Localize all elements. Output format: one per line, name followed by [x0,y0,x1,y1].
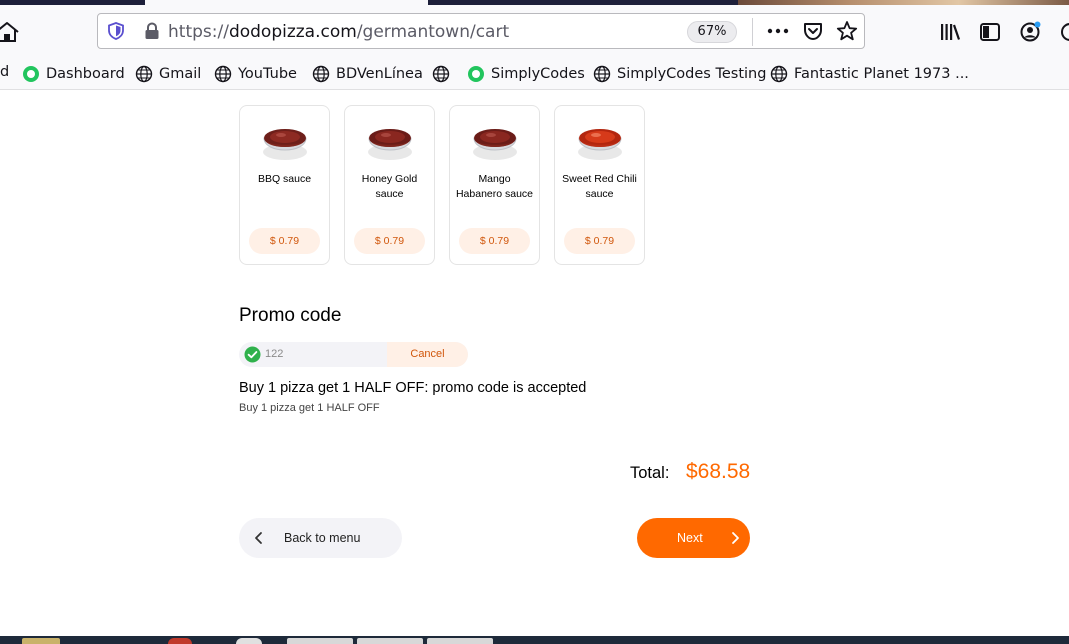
taskbar-item[interactable] [168,638,192,644]
globe-icon [312,65,330,83]
bookmark-gmail[interactable]: Gmail [135,64,201,84]
bookmark-unnamed[interactable] [432,64,456,84]
sweet-red-chili-sauce-bowl-image [578,129,622,160]
extension-icon[interactable] [1059,21,1069,43]
globe-icon [135,65,153,83]
sauce-name: BBQ sauce [257,173,312,185]
next-button-label: Next [677,531,703,545]
chevron-right-icon [732,532,739,544]
sauce-card-bbq[interactable]: BBQ sauce $ 0.79 [239,105,330,265]
globe-icon [214,65,232,83]
sauce-price-button[interactable]: $ 0.79 [564,228,635,254]
url-path: /germantown/cart [356,22,510,42]
promo-cancel-button[interactable]: Cancel [387,342,468,367]
sauce-name: Honey Gold sauce [361,173,418,200]
sauce-card-honey-gold[interactable]: Honey Gold sauce $ 0.79 [344,105,435,265]
sauce-price-button[interactable]: $ 0.79 [354,228,425,254]
total-amount: $68.58 [686,460,751,483]
account-icon[interactable] [1019,21,1041,43]
bookmark-simplycodes-testing[interactable]: SimplyCodes Testing [593,64,766,84]
navigation-toolbar: https://dodopizza.com/germantown/cart 67… [0,5,1069,58]
url-protocol: https:// [168,22,229,42]
url-host: dodopizza.com [228,22,357,42]
sauce-card-mango-habanero[interactable]: Mango Habanero sauce $ 0.79 [449,105,540,265]
bookmark-bdvenlinea[interactable]: BDVenLínea [312,64,423,84]
total-label: Total: [630,464,670,482]
address-bar-divider [752,18,753,46]
bookmark-youtube[interactable]: YouTube [214,64,297,84]
promo-accepted-message: Buy 1 pizza get 1 HALF OFF: promo code i… [239,380,587,396]
sauce-price-button[interactable]: $ 0.79 [459,228,530,254]
chevron-left-icon [255,532,262,544]
bookmark-label: Fantastic Planet 1973 ... [794,66,969,82]
taskbar-item[interactable] [427,638,493,644]
zoom-level-badge[interactable]: 67% [687,21,737,43]
sauce-name: Sweet Red Chili sauce [562,173,637,200]
promo-code-field[interactable]: 122 Cancel [239,342,468,367]
home-icon[interactable] [0,21,22,43]
mango-habanero-sauce-bowl-image [473,129,517,160]
lock-icon[interactable] [144,22,160,40]
globe-icon [593,65,611,83]
bookmark-dashboard[interactable]: Dashboard [22,64,125,84]
taskbar-item[interactable] [287,638,353,644]
taskbar-item[interactable] [357,638,423,644]
sidebar-icon[interactable] [979,21,1001,43]
globe-icon [432,65,450,83]
page-actions-menu-icon[interactable] [766,21,790,41]
check-circle-icon [244,346,261,363]
green-circle-icon [23,66,39,82]
tracking-protection-shield-icon[interactable] [107,22,125,40]
sauce-price-button[interactable]: $ 0.79 [249,228,320,254]
promo-code-heading: Promo code [239,305,342,326]
bookmark-label: YouTube [238,66,297,82]
bookmarks-toolbar: d Dashboard Gmail YouTube BDVenLínea Sim… [0,58,1069,90]
bbq-sauce-bowl-image [263,129,307,160]
globe-icon [770,65,788,83]
bookmark-label: Gmail [159,66,202,82]
bookmark-label: BDVenLínea [336,66,423,82]
promo-description: Buy 1 pizza get 1 HALF OFF [239,402,380,414]
back-button-label: Back to menu [284,531,361,545]
bookmark-label: Dashboard [46,66,125,82]
green-circle-icon [468,66,484,82]
sauce-name: Mango Habanero sauce [455,173,534,200]
back-to-menu-button[interactable]: Back to menu [239,518,402,558]
bookmark-star-icon[interactable] [836,20,858,42]
bookmark-simplycodes[interactable]: SimplyCodes [467,64,585,84]
url-text[interactable]: https://dodopizza.com/germantown/cart [168,22,509,42]
bookmark-label: SimplyCodes Testing [617,66,767,82]
bookmark-label: SimplyCodes [491,66,585,82]
os-taskbar [0,636,1069,644]
next-button[interactable]: Next [637,518,750,558]
bookmark-item-truncated[interactable]: d [0,64,9,80]
taskbar-item[interactable] [22,638,60,644]
honey-gold-sauce-bowl-image [368,129,412,160]
sauce-card-sweet-red-chili[interactable]: Sweet Red Chili sauce $ 0.79 [554,105,645,265]
promo-code-value: 122 [265,348,284,360]
taskbar-item[interactable] [236,638,262,644]
library-icon[interactable] [939,21,961,43]
pocket-icon[interactable] [802,20,824,42]
bookmark-fantastic-planet[interactable]: Fantastic Planet 1973 ... [770,64,969,84]
address-bar[interactable]: https://dodopizza.com/germantown/cart 67… [97,13,865,49]
browser-window: https://dodopizza.com/germantown/cart 67… [0,0,1069,644]
